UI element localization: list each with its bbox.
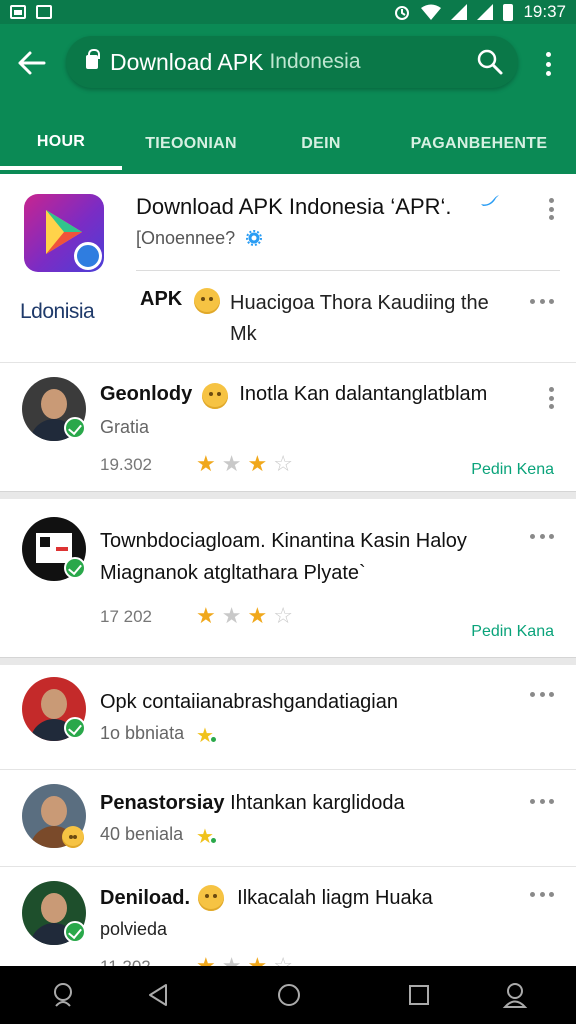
post-action-link[interactable]: Pedin Kana bbox=[471, 623, 554, 641]
post-subline: polvieda bbox=[100, 919, 168, 939]
star-icon: ☆ bbox=[273, 953, 293, 967]
image-icon bbox=[10, 5, 26, 19]
post-text: Inotla Kan dalantanglatblam bbox=[239, 383, 488, 405]
more-vert-icon[interactable] bbox=[548, 387, 554, 409]
post-date: 19.302 bbox=[100, 455, 152, 474]
post-item[interactable]: Opk contaiianabrashgandatiagian 1o bbnia… bbox=[0, 665, 576, 769]
app-logo-icon[interactable] bbox=[24, 194, 104, 272]
app-title: Download APK Indonesia ‘APR‘. bbox=[136, 194, 452, 219]
tab-dein[interactable]: DEIN bbox=[260, 118, 382, 170]
emoji-icon bbox=[202, 383, 228, 409]
status-bar: 19:37 bbox=[0, 0, 576, 24]
post-text: Townbdociagloam. Kinantina Kasin Haloy M… bbox=[100, 530, 467, 584]
section-divider bbox=[0, 491, 576, 499]
post-item[interactable]: Townbdociagloam. Kinantina Kasin Haloy M… bbox=[0, 499, 576, 657]
signal-icon bbox=[477, 4, 494, 20]
post-author-line: Penastorsiay Ihtankan karglidoda bbox=[100, 792, 405, 815]
signal-icon bbox=[451, 4, 468, 20]
battery-icon bbox=[503, 3, 514, 21]
bird-icon bbox=[481, 195, 499, 206]
post-action-link[interactable]: Pedin Kena bbox=[471, 461, 554, 479]
verified-badge-icon bbox=[64, 417, 86, 439]
star-icon: ☆ bbox=[273, 603, 293, 628]
url-title: Download APK bbox=[110, 48, 264, 75]
alarm-icon bbox=[395, 6, 410, 20]
tab-tieoonian[interactable]: TIEOONIAN bbox=[122, 118, 260, 170]
more-horiz-icon[interactable] bbox=[530, 691, 554, 697]
star-icon: ★ bbox=[247, 953, 268, 967]
post-item[interactable]: Deniload. Ilkacalah liagm Huaka polvieda… bbox=[0, 867, 576, 966]
post-subline: 1o bbniata bbox=[100, 723, 185, 743]
more-horiz-icon[interactable] bbox=[530, 891, 554, 897]
post-label: APK bbox=[140, 288, 183, 310]
wifi-icon bbox=[421, 4, 442, 20]
lock-icon bbox=[86, 49, 100, 69]
star-icon: ★ bbox=[221, 603, 242, 628]
recents-icon[interactable] bbox=[404, 980, 434, 1010]
app-bar: Download APK Indonesia HOUR TIEOONIAN DE… bbox=[0, 24, 576, 174]
verified-badge-icon bbox=[64, 717, 86, 739]
post-text: Ilkacalah liagm Huaka bbox=[237, 887, 433, 909]
post-subline: 40 beniala bbox=[100, 824, 184, 844]
emoji-icon bbox=[198, 885, 224, 911]
star-icon: ★ bbox=[196, 725, 216, 747]
post-text: Huacigoa Thora Kaudiing the Mk bbox=[230, 292, 489, 345]
assistant-icon[interactable] bbox=[48, 980, 78, 1010]
back-arrow-icon[interactable] bbox=[14, 46, 48, 80]
app-card: Ldonisia Download APK Indonesia ‘APR‘. [… bbox=[0, 174, 576, 362]
verified-badge-icon bbox=[64, 557, 86, 579]
back-icon[interactable] bbox=[144, 980, 174, 1010]
post-text: Ihtankan karglidoda bbox=[230, 792, 405, 814]
divider bbox=[136, 270, 560, 271]
tab-hour[interactable]: HOUR bbox=[0, 118, 122, 170]
post-date: 17 202 bbox=[100, 607, 152, 626]
post-subline: Gratia bbox=[100, 417, 150, 437]
post-author: Opk contaiianabrashgandatiagian bbox=[100, 691, 398, 713]
star-icon: ★ bbox=[196, 953, 216, 967]
url-title-suffix: Indonesia bbox=[269, 50, 361, 73]
star-icon: ★ bbox=[221, 953, 242, 967]
search-icon[interactable] bbox=[476, 48, 504, 76]
post-author-line: Geonlody Inotla Kan dalantanglatblam bbox=[100, 383, 487, 406]
post-item[interactable]: Geonlody Inotla Kan dalantanglatblam Gra… bbox=[0, 363, 576, 491]
post-author: Geonlody bbox=[100, 383, 193, 405]
gallery-icon bbox=[36, 5, 52, 19]
home-icon[interactable] bbox=[274, 980, 304, 1010]
emoji-icon bbox=[62, 826, 84, 848]
feed[interactable]: Ldonisia Download APK Indonesia ‘APR‘. [… bbox=[0, 174, 576, 966]
app-subtitle: [Onoennee? bbox=[136, 228, 236, 248]
gear-icon bbox=[246, 230, 262, 246]
star-icon: ★ bbox=[196, 451, 216, 476]
post-author-line: Deniload. Ilkacalah liagm Huaka bbox=[100, 887, 433, 910]
status-time: 19:37 bbox=[523, 2, 566, 21]
brand-wordmark: Ldonisia bbox=[20, 300, 95, 323]
star-icon: ★ bbox=[247, 451, 268, 476]
star-rating: ★ ★ ★ ☆ bbox=[196, 605, 293, 627]
more-vert-icon[interactable] bbox=[548, 198, 554, 220]
star-rating: ★ ★ ★ ☆ bbox=[196, 953, 293, 967]
star-rating: ★ ★ ★ ☆ bbox=[196, 453, 293, 475]
more-horiz-icon[interactable] bbox=[530, 298, 554, 304]
more-horiz-icon[interactable] bbox=[530, 533, 554, 539]
star-icon: ☆ bbox=[273, 451, 293, 476]
star-icon: ★ bbox=[196, 603, 216, 628]
url-bar[interactable]: Download APK Indonesia bbox=[66, 36, 518, 88]
verified-badge-icon bbox=[74, 242, 102, 270]
star-icon: ★ bbox=[196, 826, 216, 848]
star-icon: ★ bbox=[221, 451, 242, 476]
post-date: 11 202 bbox=[100, 957, 151, 966]
emoji-icon bbox=[194, 288, 220, 314]
verified-badge-icon bbox=[64, 921, 86, 943]
post-author: Deniload. bbox=[100, 887, 191, 909]
post-item[interactable]: Penastorsiay Ihtankan karglidoda 40 beni… bbox=[0, 770, 576, 866]
tab-paganbehente[interactable]: PAGANBEHENTE bbox=[382, 118, 576, 170]
post-author: Penastorsiay bbox=[100, 792, 225, 814]
star-icon: ★ bbox=[247, 603, 268, 628]
tab-bar: HOUR TIEOONIAN DEIN PAGANBEHENTE bbox=[0, 118, 576, 170]
more-vert-icon[interactable] bbox=[536, 50, 560, 78]
section-divider bbox=[0, 657, 576, 665]
more-horiz-icon[interactable] bbox=[530, 798, 554, 804]
account-icon[interactable] bbox=[500, 980, 530, 1010]
system-nav-bar bbox=[0, 966, 576, 1024]
